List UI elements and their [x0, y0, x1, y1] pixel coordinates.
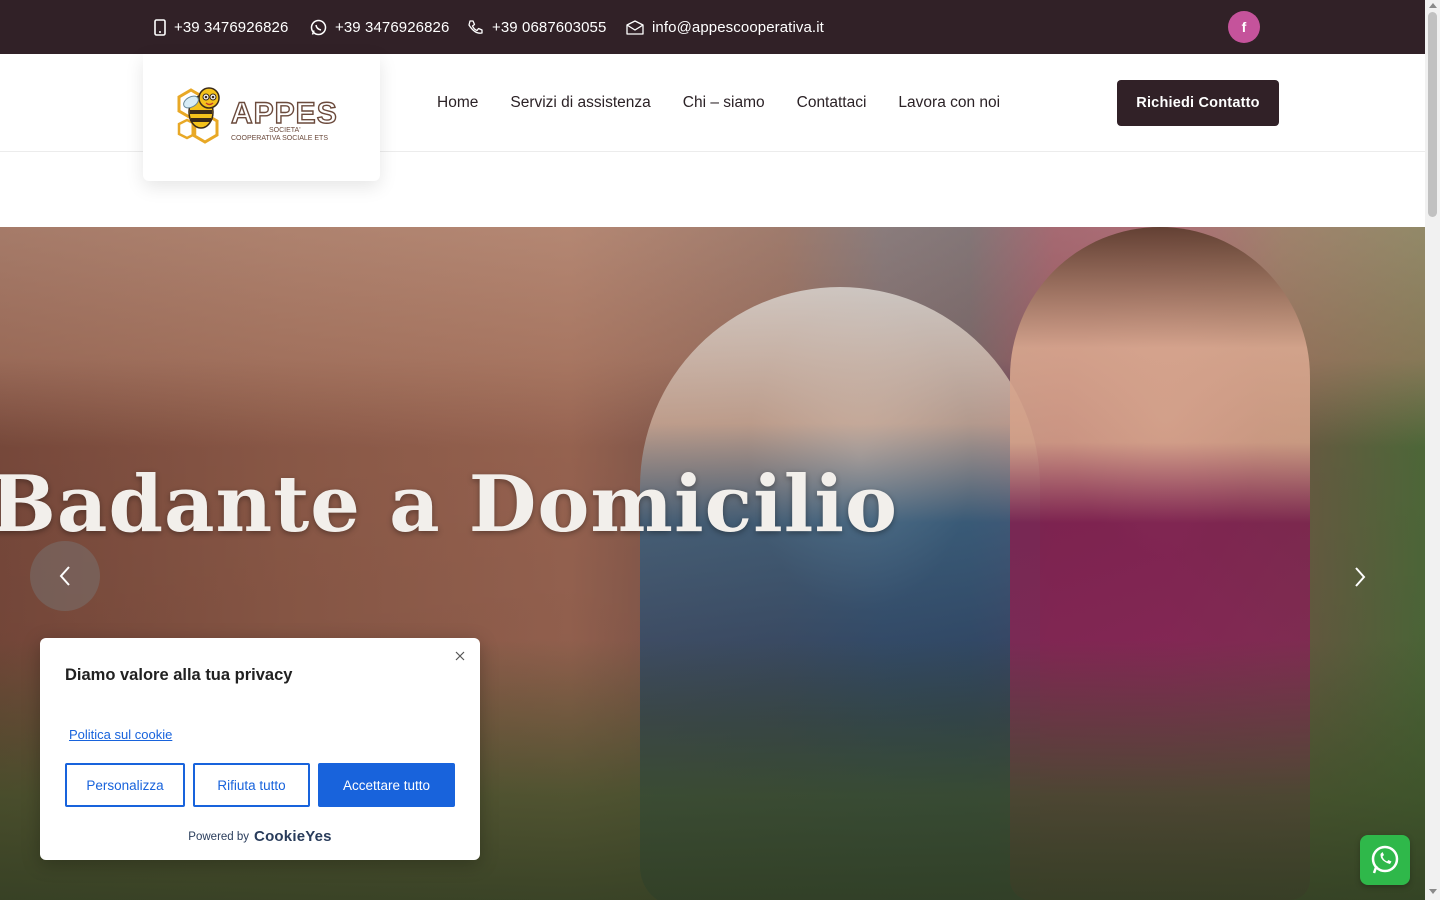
- customize-button[interactable]: Personalizza: [65, 763, 185, 807]
- close-icon: [455, 651, 465, 661]
- nav-contattaci[interactable]: Contattaci: [797, 94, 867, 112]
- mobile-number: +39 3476926826: [174, 18, 289, 36]
- whatsapp-float-button[interactable]: [1360, 835, 1410, 885]
- logo-line1: SOCIETA': [269, 127, 301, 134]
- logo-line2: COOPERATIVA SOCIALE ETS: [231, 135, 328, 142]
- cookieyes-logo[interactable]: CookieYes: [254, 828, 332, 845]
- logo-image: APPES SOCIETA' COOPERATIVA SOCIALE ETS: [177, 87, 338, 144]
- mobile-phone-icon: [154, 18, 166, 36]
- nav-home[interactable]: Home: [437, 94, 478, 112]
- whatsapp-number: +39 3476926826: [335, 18, 450, 36]
- email-contact[interactable]: info@appescooperativa.it: [626, 0, 824, 54]
- scrollbar-thumb[interactable]: [1428, 12, 1437, 217]
- whatsapp-icon: [1371, 845, 1399, 874]
- whatsapp-contact[interactable]: +39 3476926826: [310, 0, 449, 54]
- cookie-title: Diamo valore alla tua privacy: [65, 666, 293, 684]
- accept-all-button[interactable]: Accettare tutto: [318, 763, 455, 807]
- chevron-right-icon: [1355, 567, 1366, 587]
- powered-by: Powered by CookieYes: [40, 828, 480, 845]
- scroll-up-arrow-icon[interactable]: [1429, 3, 1437, 8]
- slider-next-button[interactable]: [1342, 559, 1378, 595]
- email-address: info@appescooperativa.it: [652, 18, 824, 36]
- slider-prev-button[interactable]: [30, 541, 100, 611]
- nav-lavora[interactable]: Lavora con noi: [898, 94, 1000, 112]
- logo[interactable]: APPES SOCIETA' COOPERATIVA SOCIALE ETS: [143, 54, 380, 181]
- phone-contact[interactable]: +39 0687603055: [467, 0, 606, 54]
- nav-servizi[interactable]: Servizi di assistenza: [510, 94, 650, 112]
- nav-chi-siamo[interactable]: Chi – siamo: [683, 94, 765, 112]
- page-scrollbar[interactable]: [1425, 0, 1440, 900]
- top-bar: +39 3476926826 +39 3476926826 +39 068760…: [0, 0, 1425, 54]
- powered-by-label: Powered by: [188, 830, 250, 843]
- reject-all-button[interactable]: Rifiuta tutto: [193, 763, 310, 807]
- cookie-consent-banner: Diamo valore alla tua privacy Politica s…: [40, 638, 480, 860]
- envelope-icon: [626, 19, 644, 35]
- hero-title: Badante a Domicilio: [0, 459, 899, 550]
- mobile-contact[interactable]: +39 3476926826: [154, 0, 288, 54]
- phone-number: +39 0687603055: [492, 18, 607, 36]
- logo-name: APPES: [231, 97, 338, 130]
- cookie-policy-link[interactable]: Politica sul cookie: [69, 727, 172, 742]
- facebook-icon[interactable]: f: [1228, 11, 1260, 43]
- scroll-down-arrow-icon[interactable]: [1429, 889, 1437, 894]
- main-nav: Home Servizi di assistenza Chi – siamo C…: [437, 54, 1032, 152]
- whatsapp-icon: [310, 19, 327, 35]
- cookie-close-button[interactable]: [452, 648, 468, 664]
- chevron-left-icon: [59, 566, 70, 586]
- request-contact-button[interactable]: Richiedi Contatto: [1117, 80, 1279, 126]
- phone-icon: [468, 19, 483, 34]
